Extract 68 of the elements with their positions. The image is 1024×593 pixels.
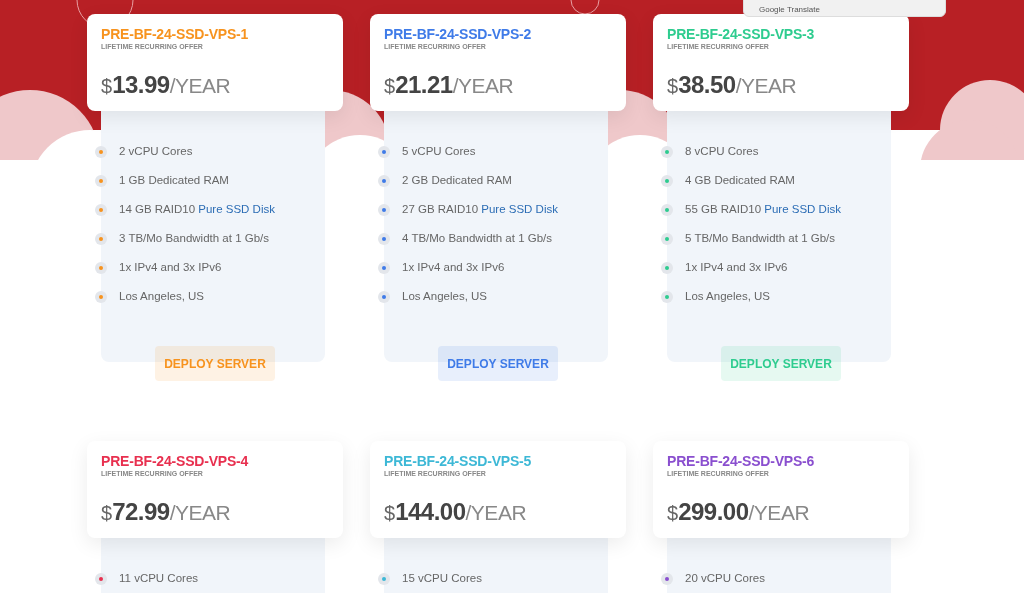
price-period: /YEAR: [452, 73, 514, 99]
price-period: /YEAR: [748, 500, 810, 526]
currency-symbol: $: [667, 501, 679, 526]
feature-text: 55 GB RAID10 Pure SSD Disk: [685, 201, 841, 217]
bullet-icon: [661, 232, 673, 245]
bullet-icon: [95, 232, 107, 245]
feature-text: Los Angeles, US: [119, 288, 205, 304]
price-period: /YEAR: [735, 73, 797, 99]
currency-symbol: $: [101, 501, 113, 526]
bullet-icon: [95, 203, 107, 216]
plan-name: PRE-BF-24-SSD-VPS-6: [667, 453, 816, 469]
feature-text: 11 vCPU Cores: [119, 570, 199, 586]
price-amount: 13.99: [112, 70, 170, 100]
feature-text: Los Angeles, US: [685, 288, 771, 304]
currency-symbol: $: [667, 74, 679, 99]
deploy-button[interactable]: DEPLOY SERVER: [438, 346, 558, 381]
feature-text: 20 vCPU Cores: [685, 570, 765, 586]
price-amount: 21.21: [395, 70, 453, 100]
feature-text: Los Angeles, US: [402, 288, 488, 304]
feature-text: 4 TB/Mo Bandwidth at 1 Gb/s: [402, 230, 552, 246]
feature-link[interactable]: Pure SSD Disk: [764, 202, 841, 215]
feature-text: 27 GB RAID10 Pure SSD Disk: [402, 201, 558, 217]
bullet-icon: [378, 232, 390, 245]
translate-popup[interactable]: Google Translate: [743, 0, 946, 17]
feature-text: 1x IPv4 and 3x IPv6: [685, 259, 788, 275]
feature-text: 1 GB Dedicated RAM: [119, 172, 229, 188]
feature-text: 14 GB RAID10 Pure SSD Disk: [119, 201, 275, 217]
price-amount: 38.50: [678, 70, 736, 100]
feature-link[interactable]: Pure SSD Disk: [481, 202, 558, 215]
bullet-icon: [95, 261, 107, 274]
currency-symbol: $: [101, 74, 113, 99]
bullet-icon: [661, 174, 673, 187]
bullet-icon: [378, 261, 390, 274]
currency-symbol: $: [384, 74, 396, 99]
price-amount: 144.00: [395, 497, 466, 527]
bullet-icon: [661, 203, 673, 216]
price-amount: 299.00: [678, 497, 749, 527]
bullet-icon: [661, 261, 673, 274]
currency-symbol: $: [384, 501, 396, 526]
bullet-icon: [378, 290, 390, 303]
feature-text: 1x IPv4 and 3x IPv6: [402, 259, 505, 275]
price-period: /YEAR: [169, 500, 231, 526]
price-period: /YEAR: [465, 500, 527, 526]
feature-text: 1x IPv4 and 3x IPv6: [119, 259, 222, 275]
bullet-icon: [378, 174, 390, 187]
plan-name: PRE-BF-24-SSD-VPS-3: [667, 26, 816, 42]
plan-name: PRE-BF-24-SSD-VPS-1: [101, 26, 250, 42]
feature-text: 2 vCPU Cores: [119, 143, 193, 159]
bullet-icon: [95, 290, 107, 303]
price-amount: 72.99: [112, 497, 170, 527]
bullet-icon: [378, 203, 390, 216]
price-period: /YEAR: [169, 73, 231, 99]
bullet-icon: [661, 572, 673, 585]
feature-text: 2 GB Dedicated RAM: [402, 172, 512, 188]
plan-name: PRE-BF-24-SSD-VPS-5: [384, 453, 533, 469]
bullet-icon: [378, 572, 390, 585]
bullet-icon: [95, 174, 107, 187]
feature-text: 15 vCPU Cores: [402, 570, 482, 586]
feature-text: 3 TB/Mo Bandwidth at 1 Gb/s: [119, 230, 269, 246]
feature-text: 4 GB Dedicated RAM: [685, 172, 795, 188]
bullet-icon: [95, 572, 107, 585]
plan-name: PRE-BF-24-SSD-VPS-2: [384, 26, 533, 42]
feature-text: 5 vCPU Cores: [402, 143, 476, 159]
bullet-icon: [661, 290, 673, 303]
feature-text: 8 vCPU Cores: [685, 143, 759, 159]
feature-text: 5 TB/Mo Bandwidth at 1 Gb/s: [685, 230, 835, 246]
plan-name: PRE-BF-24-SSD-VPS-4: [101, 453, 250, 469]
feature-link[interactable]: Pure SSD Disk: [198, 202, 275, 215]
